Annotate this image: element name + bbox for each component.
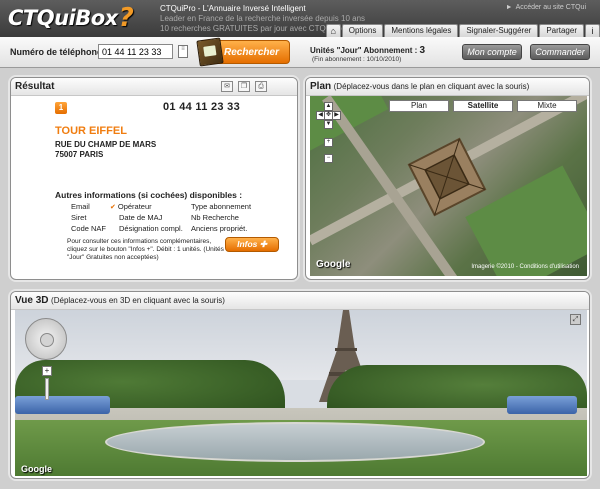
pan-up-icon[interactable]: ▲ bbox=[324, 102, 333, 111]
map-mode-satellite[interactable]: Satellite bbox=[453, 100, 513, 112]
google-logo: Google bbox=[21, 464, 52, 474]
bus bbox=[507, 396, 577, 414]
info-title: Autres informations (si cochées) disponi… bbox=[55, 190, 243, 200]
map-title: Plan bbox=[310, 81, 332, 92]
units-label: Unités "Jour" Abonnement : bbox=[310, 46, 418, 55]
map-mode-mixte[interactable]: Mixte bbox=[517, 100, 577, 112]
nav-tabs: ⌂ Options Mentions légales Signaler-Sugg… bbox=[325, 24, 600, 37]
street-view-title: Vue 3D bbox=[15, 295, 49, 306]
info-nb-recherche: Nb Recherche bbox=[191, 213, 239, 222]
phone-label: Numéro de téléphone : bbox=[10, 47, 108, 57]
email-icon[interactable]: ✉ bbox=[221, 81, 233, 92]
result-name: TOUR EIFFEL bbox=[55, 125, 127, 137]
satellite-map[interactable]: ▲ ◀ ✥ ▶ ▼ + − Plan Satellite Mixte Googl… bbox=[310, 96, 587, 276]
tab-mentions-legales[interactable]: Mentions légales bbox=[384, 24, 459, 37]
zoom-in-icon[interactable]: + bbox=[324, 138, 333, 147]
copy-icon[interactable]: ❐ bbox=[238, 81, 250, 92]
map-mode-switch: Plan Satellite Mixte bbox=[389, 100, 577, 112]
search-bar: Numéro de téléphone : ≡ Rechercher Unité… bbox=[0, 37, 600, 68]
result-phone: 01 44 11 23 33 bbox=[163, 101, 240, 113]
result-city: 75007 PARIS bbox=[55, 150, 104, 159]
info-icon[interactable]: i bbox=[585, 24, 600, 37]
site-link-label: Accéder au site CTQui bbox=[515, 4, 586, 11]
street-view-subtitle: (Déplacez-vous en 3D en cliquant avec la… bbox=[51, 296, 225, 305]
tagline-line-2: Leader en France de la recherche inversé… bbox=[160, 14, 366, 23]
plus-icon: ✚ bbox=[259, 239, 267, 249]
info-note: Pour consulter ces informations compléme… bbox=[67, 238, 224, 261]
search-button[interactable]: Rechercher bbox=[196, 37, 290, 67]
arrow-right-icon: ► bbox=[505, 4, 513, 11]
info-siret: Siret bbox=[71, 213, 87, 222]
info-anciens-proprietaires: Anciens propriét. bbox=[191, 224, 248, 233]
tagline-title: CTQuiPro - L'Annuaire Inversé Intelligen… bbox=[160, 4, 306, 13]
tab-options[interactable]: Options bbox=[341, 24, 384, 37]
street-view-panel: Vue 3D (Déplacez-vous en 3D en cliquant … bbox=[10, 291, 590, 479]
ctquibox-logo: CTQuiBox? bbox=[8, 3, 134, 33]
bus bbox=[15, 396, 110, 414]
street-view-panorama[interactable]: + ⤢ Google bbox=[15, 310, 587, 476]
tab-partager[interactable]: Partager bbox=[539, 24, 584, 37]
info-type-abonnement: Type abonnement bbox=[191, 202, 252, 211]
infos-plus-button[interactable]: Infos ✚ bbox=[225, 237, 279, 252]
home-icon[interactable]: ⌂ bbox=[325, 24, 341, 37]
site-link[interactable]: ► Accéder au site CTQui bbox=[506, 4, 586, 11]
app-header: CTQuiBox? CTQuiPro - L'Annuaire Inversé … bbox=[0, 0, 600, 37]
print-icon[interactable]: ⎙ bbox=[255, 81, 267, 92]
zoom-out-icon[interactable]: − bbox=[324, 154, 333, 163]
units-info: Unités "Jour" Abonnement : 3 bbox=[310, 45, 425, 56]
result-actions: ✉ ❐ ⎙ bbox=[221, 81, 267, 92]
subscription-end: (Fin abonnement : 10/10/2010) bbox=[312, 56, 402, 63]
fountain-basin bbox=[105, 422, 485, 462]
search-button-label: Rechercher bbox=[223, 46, 279, 58]
units-value: 3 bbox=[419, 45, 426, 56]
info-operateur: Opérateur bbox=[118, 202, 191, 211]
street-view-header: Vue 3D (Déplacez-vous en 3D en cliquant … bbox=[11, 292, 589, 310]
info-date-maj: Date de MAJ bbox=[119, 213, 163, 222]
logo-text: CTQuiBox bbox=[8, 6, 118, 30]
logo-mark: ? bbox=[118, 3, 134, 33]
result-street: RUE DU CHAMP DE MARS bbox=[55, 140, 157, 149]
fullscreen-icon[interactable]: ⤢ bbox=[570, 314, 581, 325]
result-panel-header: Résultat ✉ ❐ ⎙ bbox=[11, 78, 297, 96]
result-panel: Résultat ✉ ❐ ⎙ 1 01 44 11 23 33 TOUR EIF… bbox=[10, 77, 298, 280]
compass-control[interactable] bbox=[25, 318, 67, 360]
map-panel: Plan (Déplacez-vous dans le plan en cliq… bbox=[305, 77, 590, 280]
map-mode-plan[interactable]: Plan bbox=[389, 100, 449, 112]
infos-button-label: Infos bbox=[237, 239, 258, 249]
map-copyright[interactable]: Imagerie ©2010 - Conditions d'utilisatio… bbox=[471, 264, 579, 270]
zoom-slider[interactable] bbox=[45, 378, 49, 400]
pan-right-icon[interactable]: ▶ bbox=[332, 111, 341, 120]
account-button[interactable]: Mon compte bbox=[462, 44, 522, 60]
map-subtitle: (Déplacez-vous dans le plan en cliquant … bbox=[333, 82, 530, 91]
result-title: Résultat bbox=[15, 81, 55, 92]
directory-book-icon bbox=[196, 37, 224, 67]
google-logo: Google bbox=[316, 259, 351, 270]
result-index-badge: 1 bbox=[55, 102, 67, 114]
tab-signaler-suggerer[interactable]: Signaler-Suggérer bbox=[459, 24, 539, 37]
order-button[interactable]: Commander bbox=[530, 44, 590, 60]
info-code-naf: Code NAF bbox=[71, 224, 107, 233]
phone-input[interactable] bbox=[98, 44, 173, 59]
map-panel-header: Plan (Déplacez-vous dans le plan en cliq… bbox=[306, 78, 589, 96]
pan-down-icon[interactable]: ▼ bbox=[324, 120, 333, 129]
info-designation: Désignation compl. bbox=[119, 224, 183, 233]
document-icon[interactable]: ≡ bbox=[178, 45, 188, 58]
info-grid: Email Opérateur Type abonnement Siret Da… bbox=[71, 202, 271, 233]
zoom-in-icon[interactable]: + bbox=[42, 366, 52, 376]
